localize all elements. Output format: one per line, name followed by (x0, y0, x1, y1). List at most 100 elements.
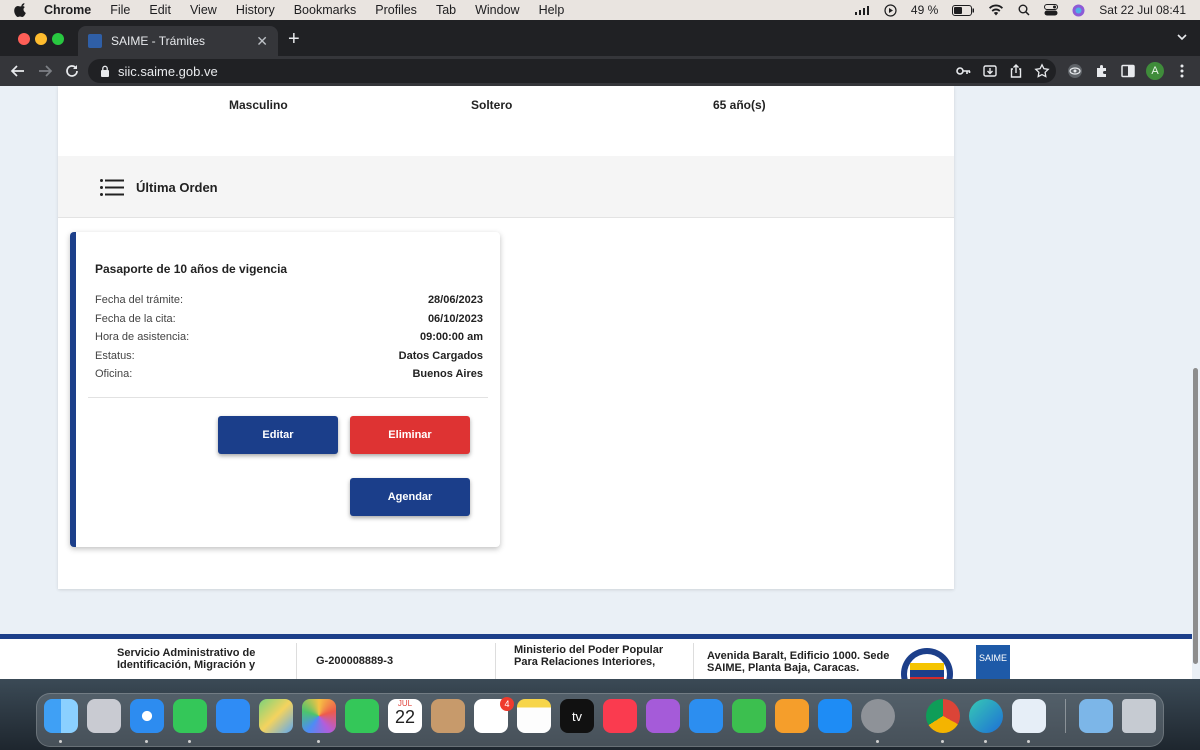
menu-tab[interactable]: Tab (436, 3, 456, 17)
tab-title: SAIME - Trámites (111, 34, 206, 48)
app-store-icon[interactable] (818, 699, 852, 733)
order-row-label: Estatus: (95, 350, 135, 362)
new-tab-button[interactable]: + (288, 28, 300, 51)
safari-icon[interactable] (130, 699, 164, 733)
address-bar[interactable]: siic.saime.gob.ve (88, 59, 1056, 83)
browser-toolbar: siic.saime.gob.ve (0, 56, 1200, 86)
list-menu-icon (100, 179, 124, 196)
window-zoom-button[interactable] (52, 33, 64, 45)
system-settings-icon[interactable] (861, 699, 895, 733)
menu-app-chrome[interactable]: Chrome (44, 3, 91, 17)
apple-tv-label: tv (571, 708, 583, 724)
tab-close-icon[interactable]: ✕ (256, 33, 268, 50)
estado-civil-value: Soltero (471, 98, 513, 112)
editar-button[interactable]: Editar (218, 416, 338, 454)
bookmark-star-icon[interactable] (1034, 63, 1050, 79)
facetime-icon[interactable] (345, 699, 379, 733)
now-playing-icon[interactable] (884, 3, 897, 17)
window-minimize-button[interactable] (35, 33, 47, 45)
footer-ministry-line1: Ministerio del Poder Popular (514, 644, 664, 656)
footer-address: Avenida Baralt, Edificio 1000. Sede SAIM… (707, 650, 889, 674)
running-indicator (188, 740, 191, 743)
back-arrow-icon[interactable] (10, 63, 26, 79)
footer-org-line1: Servicio Administrativo de (117, 647, 256, 659)
menu-history[interactable]: History (236, 3, 275, 17)
extensions-puzzle-icon[interactable] (1094, 63, 1110, 79)
pages-icon[interactable] (775, 699, 809, 733)
podcasts-icon[interactable] (646, 699, 680, 733)
calendar-icon[interactable]: JUL 22 (388, 699, 422, 733)
siri-icon[interactable] (1072, 4, 1085, 17)
music-icon[interactable] (603, 699, 637, 733)
running-indicator (876, 740, 879, 743)
spotlight-search-icon[interactable] (1018, 4, 1030, 16)
launchpad-icon[interactable] (87, 699, 121, 733)
trash-icon[interactable] (1122, 699, 1156, 733)
browser-tab-strip: SAIME - Trámites ✕ + (0, 20, 1200, 56)
menu-edit[interactable]: Edit (149, 3, 171, 17)
apple-tv-icon[interactable]: tv (560, 699, 594, 733)
reload-icon[interactable] (64, 63, 80, 79)
order-row-value: Datos Cargados (398, 350, 483, 362)
share-icon[interactable] (1008, 63, 1024, 79)
install-app-icon[interactable] (982, 63, 998, 79)
order-card: Pasaporte de 10 años de vigencia Fecha d… (70, 232, 500, 547)
saime-logo: SAIME (976, 645, 1010, 679)
order-row-label: Fecha de la cita: (95, 313, 176, 325)
site-footer: Servicio Administrativo de Identificació… (0, 634, 1192, 679)
order-row-value: Buenos Aires (412, 368, 483, 380)
footer-divider (693, 643, 694, 679)
footer-org-line2: Identificación, Migración y (117, 659, 256, 671)
eliminar-button[interactable]: Eliminar (350, 416, 470, 454)
menu-file[interactable]: File (110, 3, 130, 17)
downloads-folder-icon[interactable] (1079, 699, 1113, 733)
menu-help[interactable]: Help (539, 3, 565, 17)
edge-icon[interactable] (969, 699, 1003, 733)
messages-icon[interactable] (173, 699, 207, 733)
browser-menu-kebab-icon[interactable] (1175, 63, 1189, 79)
notes-icon[interactable] (517, 699, 551, 733)
forward-arrow-icon[interactable] (37, 63, 53, 79)
maps-icon[interactable] (259, 699, 293, 733)
photos-icon[interactable] (302, 699, 336, 733)
finder-icon[interactable] (44, 699, 78, 733)
venezuela-seal-icon (901, 648, 953, 679)
side-panel-icon[interactable] (1120, 63, 1136, 79)
running-indicator (1027, 740, 1030, 743)
footer-address-line2: SAIME, Planta Baja, Caracas. (707, 662, 860, 674)
footer-organization: Servicio Administrativo de Identificació… (117, 647, 255, 671)
eye-extension-icon[interactable] (1067, 63, 1083, 79)
control-center-icon[interactable] (1044, 4, 1059, 16)
profile-avatar[interactable]: A (1146, 62, 1164, 80)
contacts-icon[interactable] (431, 699, 465, 733)
page-scrollbar[interactable] (1193, 368, 1198, 664)
password-key-icon[interactable] (955, 63, 971, 79)
footer-ministry-line2: Para Relaciones Interiores, (514, 656, 656, 668)
battery-icon[interactable] (952, 4, 975, 16)
numbers-icon[interactable] (732, 699, 766, 733)
menu-window[interactable]: Window (475, 3, 519, 17)
wifi-icon[interactable] (988, 4, 1004, 16)
order-row-value: 09:00:00 am (420, 331, 483, 343)
apple-menu-icon[interactable] (14, 3, 28, 17)
menu-view[interactable]: View (190, 3, 217, 17)
agendar-button[interactable]: Agendar (350, 478, 470, 516)
window-close-button[interactable] (18, 33, 30, 45)
browser-tab-saime[interactable]: SAIME - Trámites ✕ (78, 26, 278, 56)
keynote-icon[interactable] (689, 699, 723, 733)
order-card-title: Pasaporte de 10 años de vigencia (95, 262, 288, 276)
cellular-status-icon[interactable] (854, 4, 870, 16)
preview-icon[interactable] (1012, 699, 1046, 733)
url-text: siic.saime.gob.ve (118, 63, 218, 79)
chrome-icon[interactable] (926, 699, 960, 733)
menu-bookmarks[interactable]: Bookmarks (294, 3, 357, 17)
menu-profiles[interactable]: Profiles (375, 3, 417, 17)
order-row-value: 06/10/2023 (427, 313, 483, 325)
lock-icon[interactable] (100, 65, 110, 77)
mail-icon[interactable] (216, 699, 250, 733)
running-indicator (317, 740, 320, 743)
order-row-label: Hora de asistencia: (95, 331, 190, 343)
tab-search-chevron-icon[interactable] (1176, 31, 1188, 43)
calendar-day: 22 (394, 707, 416, 727)
menubar-clock[interactable]: Sat 22 Jul 08:41 (1099, 3, 1186, 17)
